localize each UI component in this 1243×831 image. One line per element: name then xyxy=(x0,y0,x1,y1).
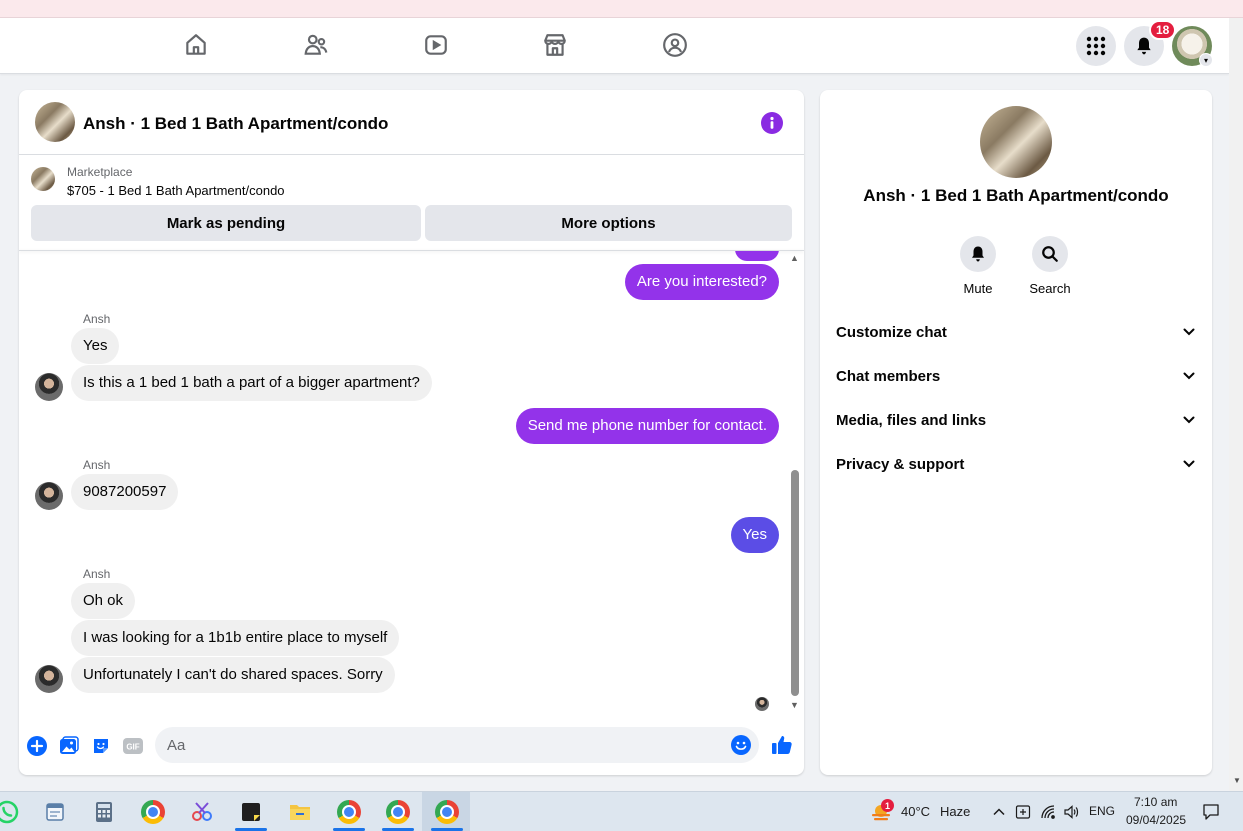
mute-button[interactable]: Mute xyxy=(948,236,1008,296)
accordion-privacy-support[interactable]: Privacy & support xyxy=(836,450,1196,478)
message-bubble-incoming[interactable]: Is this a 1 bed 1 bath a part of a bigge… xyxy=(71,365,432,401)
search-button[interactable]: Search xyxy=(1020,236,1080,296)
temperature-text[interactable]: 40°C xyxy=(901,804,930,819)
chevron-up-icon[interactable] xyxy=(987,799,1011,825)
volume-icon[interactable] xyxy=(1060,799,1082,825)
message-bubble-outgoing-partial xyxy=(735,251,779,261)
accordion-label: Media, files and links xyxy=(836,411,987,429)
weather-alert-badge: 1 xyxy=(881,799,894,812)
info-listing-photo[interactable] xyxy=(980,106,1052,178)
add-plus-icon[interactable] xyxy=(26,735,48,757)
scroll-down-arrow-icon[interactable]: ▼ xyxy=(790,700,799,710)
security-icon[interactable] xyxy=(1012,799,1034,825)
accordion-media-files-links[interactable]: Media, files and links xyxy=(836,406,1196,434)
home-icon[interactable] xyxy=(181,30,211,60)
info-panel-title: Ansh · 1 Bed 1 Bath Apartment/condo xyxy=(863,186,1169,205)
message-bubble-incoming[interactable]: Unfortunately I can't do shared spaces. … xyxy=(71,657,395,693)
message-input[interactable] xyxy=(155,727,759,763)
sender-avatar[interactable] xyxy=(35,665,63,693)
browser-tab-strip xyxy=(0,0,1243,18)
app-window-icon[interactable] xyxy=(42,799,68,825)
marketplace-listing-thumbnail[interactable] xyxy=(31,167,55,191)
chrome-profile-icon[interactable] xyxy=(336,799,362,825)
accordion-label: Privacy & support xyxy=(836,455,965,473)
mark-as-pending-button[interactable]: Mark as pending xyxy=(31,205,421,241)
page-scrollbar[interactable] xyxy=(1229,18,1243,791)
accordion-label: Chat members xyxy=(836,367,941,385)
chat-panel: Ansh · 1 Bed 1 Bath Apartment/condo Mark… xyxy=(19,90,804,775)
chat-header: Ansh · 1 Bed 1 Bath Apartment/condo xyxy=(19,90,804,155)
message-list: Are you interested? Ansh Yes Is this a 1… xyxy=(19,251,789,721)
scrollbar-thumb[interactable] xyxy=(791,470,799,696)
sticky-notes-icon[interactable] xyxy=(238,799,264,825)
notification-center-icon[interactable] xyxy=(1198,799,1224,825)
scroll-down-arrow-icon[interactable]: ▼ xyxy=(1233,776,1241,785)
mute-label: Mute xyxy=(963,281,993,296)
sender-avatar[interactable] xyxy=(35,373,63,401)
sender-name: Ansh xyxy=(83,567,111,581)
search-label: Search xyxy=(1029,281,1071,296)
message-bubble-incoming[interactable]: I was looking for a 1b1b entire place to… xyxy=(71,620,400,656)
whatsapp-icon[interactable] xyxy=(0,799,20,825)
seen-receipt-avatar xyxy=(755,697,769,711)
chat-title[interactable]: Ansh · 1 Bed 1 Bath Apartment/condo xyxy=(83,114,388,134)
message-bubble-incoming[interactable]: 9087200597 xyxy=(71,474,179,510)
chevron-down-icon xyxy=(1183,416,1195,424)
top-navigation-bar: 18 ▾ xyxy=(0,18,1229,74)
snipping-tool-icon[interactable] xyxy=(189,799,215,825)
chevron-down-icon[interactable]: ▾ xyxy=(1199,53,1213,67)
sticker-icon[interactable] xyxy=(90,735,112,757)
video-icon[interactable] xyxy=(421,30,451,60)
chevron-down-icon xyxy=(1183,328,1195,336)
sender-avatar[interactable] xyxy=(35,482,63,510)
emoji-icon[interactable] xyxy=(731,735,751,755)
chevron-down-icon xyxy=(1183,460,1195,468)
windows-taskbar: 1 40°C Haze ENG 7:10 am 09/04/2025 xyxy=(0,791,1243,831)
clock-time[interactable]: 7:10 am xyxy=(1134,795,1177,809)
listing-price-title[interactable]: $705 - 1 Bed 1 Bath Apartment/condo xyxy=(67,183,285,198)
calculator-icon[interactable] xyxy=(91,799,117,825)
language-indicator[interactable]: ENG xyxy=(1089,804,1115,818)
chrome-icon[interactable] xyxy=(140,799,166,825)
search-icon xyxy=(1032,236,1068,272)
info-icon[interactable] xyxy=(761,112,783,134)
message-bubble-outgoing[interactable]: Yes xyxy=(730,517,779,553)
sender-name: Ansh xyxy=(83,312,111,326)
bell-icon xyxy=(960,236,996,272)
notification-count-badge: 18 xyxy=(1149,20,1177,40)
weather-text[interactable]: Haze xyxy=(940,804,970,819)
file-explorer-icon[interactable] xyxy=(287,799,313,825)
message-bubble-outgoing[interactable]: Send me phone number for contact. xyxy=(515,408,779,444)
thumbs-up-like-icon[interactable] xyxy=(770,733,794,757)
chrome-profile-icon[interactable] xyxy=(385,799,411,825)
sender-name: Ansh xyxy=(83,458,111,472)
chevron-down-icon xyxy=(1183,372,1195,380)
message-bubble-incoming[interactable]: Oh ok xyxy=(71,583,136,619)
message-bubble-incoming[interactable]: Yes xyxy=(71,328,120,364)
friends-icon[interactable] xyxy=(301,30,331,60)
accordion-label: Customize chat xyxy=(836,323,947,341)
marketplace-label: Marketplace xyxy=(67,165,133,179)
marketplace-icon[interactable] xyxy=(540,30,570,60)
menu-grid-icon[interactable] xyxy=(1076,26,1116,66)
clock-date[interactable]: 09/04/2025 xyxy=(1126,813,1186,827)
svg-text:GIF: GIF xyxy=(126,743,139,752)
more-options-button[interactable]: More options xyxy=(425,205,792,241)
chat-info-panel: Ansh · 1 Bed 1 Bath Apartment/condo Mute… xyxy=(820,90,1212,775)
chrome-profile-icon[interactable] xyxy=(434,799,460,825)
scroll-up-arrow-icon[interactable]: ▲ xyxy=(790,253,799,263)
message-bubble-outgoing[interactable]: Are you interested? xyxy=(624,264,779,300)
message-scrollbar[interactable]: ▲ ▼ xyxy=(789,253,801,710)
accordion-chat-members[interactable]: Chat members xyxy=(836,362,1196,390)
listing-thumbnail[interactable] xyxy=(35,102,75,142)
wifi-icon[interactable] xyxy=(1037,799,1059,825)
gif-icon[interactable]: GIF xyxy=(122,735,144,757)
photo-gallery-icon[interactable] xyxy=(58,735,80,757)
accordion-customize-chat[interactable]: Customize chat xyxy=(836,318,1196,346)
groups-icon[interactable] xyxy=(660,30,690,60)
